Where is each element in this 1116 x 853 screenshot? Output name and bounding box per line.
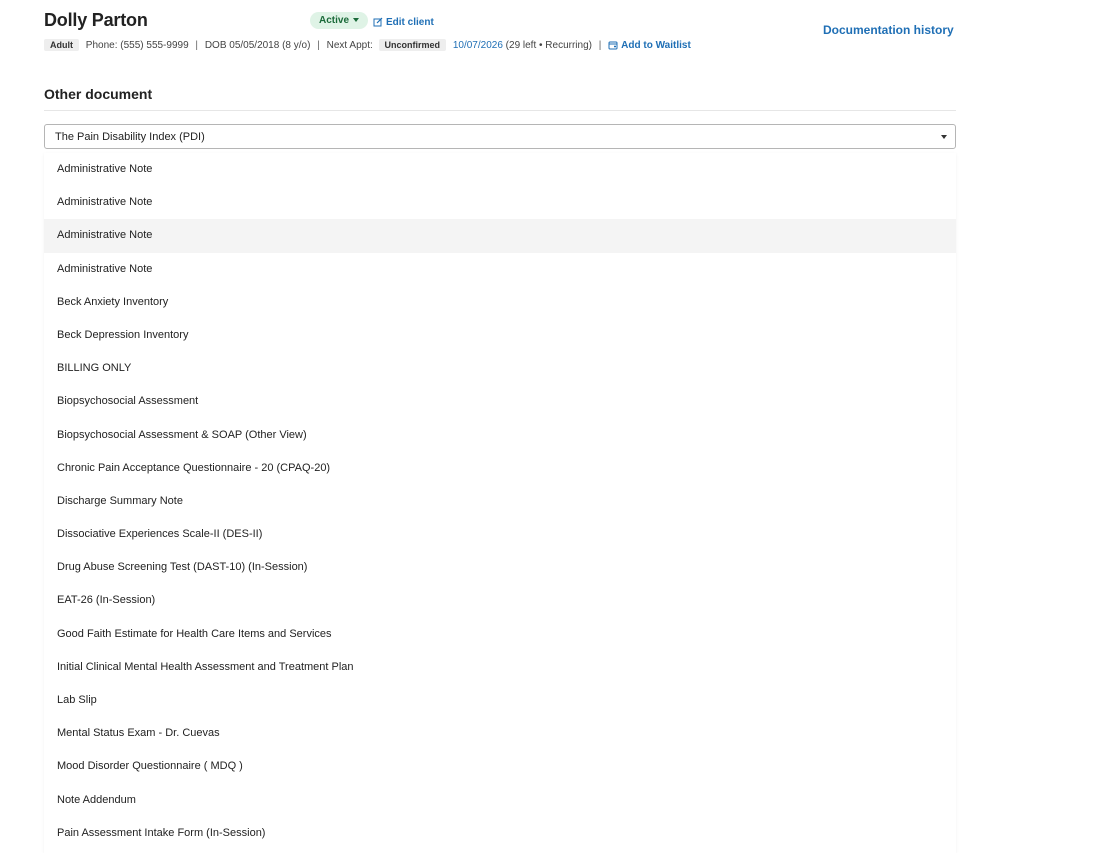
next-appt-date-link[interactable]: 10/07/2026 — [453, 40, 503, 51]
status-label: Active — [319, 15, 350, 26]
separator: | — [195, 40, 199, 51]
client-type-badge: Adult — [44, 39, 79, 51]
dropdown-option[interactable]: Discharge Summary Note — [44, 485, 956, 518]
caret-down-icon — [353, 18, 360, 23]
document-type-selected-value: The Pain Disability Index (PDI) — [55, 131, 205, 143]
separator: | — [598, 40, 602, 51]
client-phone: Phone: (555) 555-9999 — [85, 40, 189, 51]
dropdown-option[interactable]: Administrative Note — [44, 253, 956, 286]
status-dropdown[interactable]: Active — [310, 12, 369, 29]
caret-down-icon — [941, 135, 947, 139]
dropdown-option[interactable]: Beck Anxiety Inventory — [44, 286, 956, 319]
appt-status-badge: Unconfirmed — [378, 39, 447, 51]
calendar-add-icon — [608, 41, 618, 50]
add-to-waitlist-link[interactable]: Add to Waitlist — [608, 40, 691, 51]
dropdown-option[interactable]: Dissociative Experiences Scale-II (DES-I… — [44, 518, 956, 551]
dropdown-option[interactable]: Beck Depression Inventory — [44, 319, 956, 352]
appt-detail: (29 left • Recurring) — [505, 40, 592, 51]
dropdown-option[interactable]: Pain Assessment Intake Form (In-Session) — [44, 817, 956, 850]
client-header: Dolly Parton Active Edit client Adult Ph… — [44, 10, 1104, 60]
dropdown-option[interactable]: Initial Clinical Mental Health Assessmen… — [44, 651, 956, 684]
documentation-history-link[interactable]: Documentation history — [823, 23, 954, 37]
divider — [44, 110, 956, 111]
document-type-dropdown-list: Administrative Note Administrative Note … — [44, 153, 956, 853]
dropdown-option[interactable]: BILLING ONLY — [44, 352, 956, 385]
dropdown-option[interactable]: Biopsychosocial Assessment — [44, 385, 956, 418]
section-title: Other document — [44, 86, 153, 102]
dropdown-option[interactable]: Mood Disorder Questionnaire ( MDQ ) — [44, 750, 956, 783]
client-dob: DOB 05/05/2018 (8 y/o) — [204, 40, 311, 51]
edit-icon — [373, 17, 383, 27]
edit-client-link[interactable]: Edit client — [373, 17, 434, 28]
dropdown-option[interactable]: Chronic Pain Acceptance Questionnaire - … — [44, 452, 956, 485]
waitlist-label: Add to Waitlist — [621, 40, 691, 51]
next-appt-label: Next Appt: — [326, 40, 373, 51]
dropdown-option[interactable]: Lab Slip — [44, 684, 956, 717]
dropdown-option[interactable]: Good Faith Estimate for Health Care Item… — [44, 618, 956, 651]
edit-client-label: Edit client — [386, 17, 434, 28]
document-type-select[interactable]: The Pain Disability Index (PDI) — [44, 124, 956, 149]
dropdown-option[interactable]: Biopsychosocial Assessment & SOAP (Other… — [44, 419, 956, 452]
client-meta-row: Adult Phone: (555) 555-9999 | DOB 05/05/… — [44, 39, 691, 51]
dropdown-option[interactable]: Drug Abuse Screening Test (DAST-10) (In-… — [44, 551, 956, 584]
dropdown-option[interactable]: Note Addendum — [44, 784, 956, 817]
separator: | — [317, 40, 320, 51]
dropdown-option[interactable]: EAT-26 (In-Session) — [44, 584, 956, 617]
dropdown-option[interactable]: Administrative Note — [44, 186, 956, 219]
client-name: Dolly Parton — [44, 10, 148, 30]
dropdown-option[interactable]: Administrative Note — [44, 219, 956, 253]
dropdown-option[interactable]: Mental Status Exam - Dr. Cuevas — [44, 717, 956, 750]
dropdown-option[interactable]: Administrative Note — [44, 153, 956, 186]
